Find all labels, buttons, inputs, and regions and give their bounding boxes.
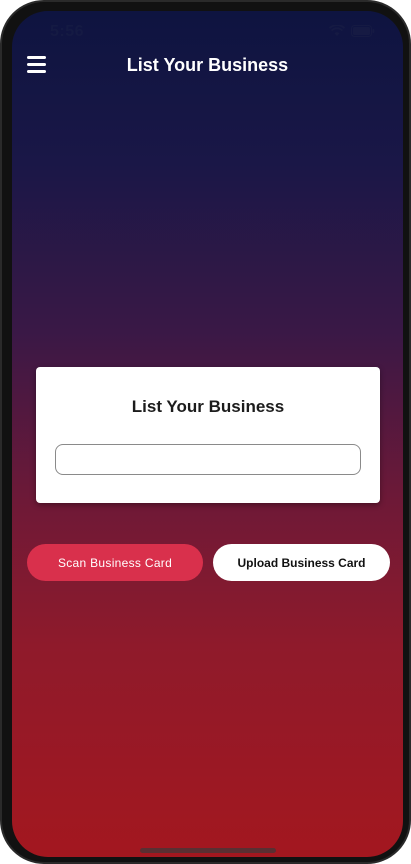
list-business-card: List Your Business [36, 367, 380, 503]
status-time: 5:56 [50, 23, 85, 40]
business-name-input[interactable] [55, 444, 361, 475]
upload-business-card-button[interactable]: Upload Business Card [213, 544, 390, 581]
home-indicator [140, 848, 276, 853]
app-screen: 5:56 List Your Business List Your Busine… [12, 11, 403, 857]
battery-icon [351, 25, 375, 37]
phone-frame: 5:56 List Your Business List Your Busine… [0, 0, 411, 864]
wifi-icon [329, 25, 345, 36]
status-icons [329, 25, 375, 37]
app-header: List Your Business [12, 47, 403, 83]
page-title: List Your Business [126, 55, 289, 75]
scan-business-card-button[interactable]: Scan Business Card [27, 544, 203, 581]
status-bar: 5:56 [12, 11, 403, 51]
card-title: List Your Business [131, 397, 285, 416]
